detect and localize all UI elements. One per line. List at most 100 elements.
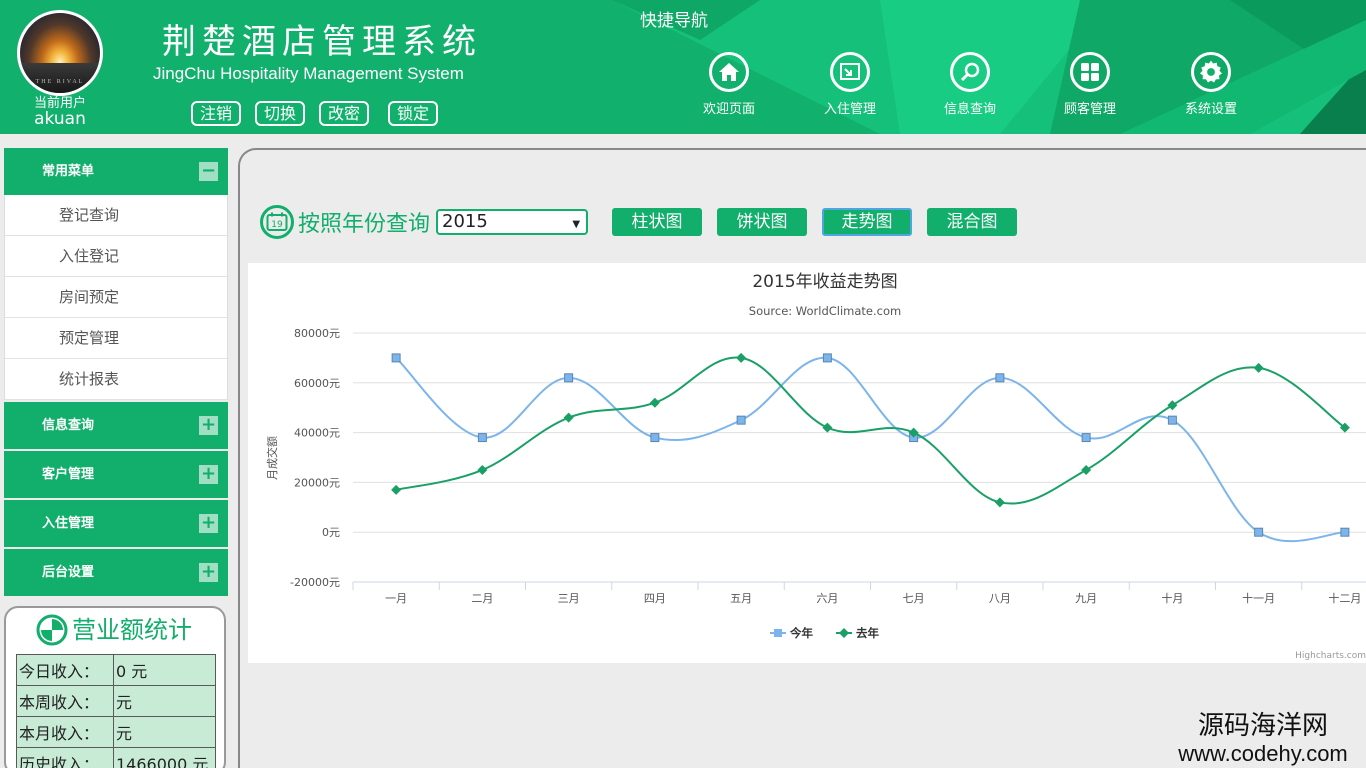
expand-icon[interactable]: + bbox=[199, 416, 218, 435]
legend-marker bbox=[774, 629, 782, 637]
year-query-bar: 19 按照年份查询 2015 ▼ bbox=[260, 205, 589, 239]
data-point bbox=[1167, 400, 1178, 411]
x-tick-label: 五月 bbox=[730, 592, 752, 605]
data-point bbox=[736, 352, 747, 363]
nav-checkin[interactable]: 入住管理 bbox=[805, 52, 895, 118]
expand-icon[interactable]: + bbox=[199, 465, 218, 484]
x-axis-ticks: 一月 二月 三月 四月 五月 六月 七月 八月 九月 十月 十一月 十二月 bbox=[352, 582, 1361, 605]
expand-icon[interactable]: + bbox=[199, 563, 218, 582]
sidebar-section-checkin[interactable]: 入住管理 + bbox=[4, 500, 228, 547]
sidebar-section-label: 常用菜单 bbox=[42, 164, 95, 179]
revenue-table: 今日收入： 0 元 本周收入： 元 本月收入： 元 历史收入： 1466000 … bbox=[16, 654, 216, 768]
chart-credit[interactable]: Highcharts.com bbox=[1295, 651, 1366, 661]
revenue-stats-title: 营业额统计 bbox=[36, 614, 192, 646]
sidebar-section-label: 客户管理 bbox=[42, 467, 95, 482]
switch-user-button[interactable]: 切换 bbox=[255, 101, 305, 126]
home-icon bbox=[709, 52, 749, 92]
nav-settings[interactable]: 系统设置 bbox=[1166, 52, 1256, 118]
revenue-value: 1466000 元 bbox=[113, 747, 216, 768]
sidebar-section-info-query[interactable]: 信息查询 + bbox=[4, 402, 228, 449]
x-tick-label: 七月 bbox=[903, 592, 925, 605]
revenue-label: 今日收入： bbox=[16, 654, 114, 686]
data-point bbox=[1254, 527, 1264, 537]
nav-welcome[interactable]: 欢迎页面 bbox=[684, 52, 774, 118]
data-point bbox=[994, 497, 1005, 508]
pie-chart-button[interactable]: 饼状图 bbox=[717, 208, 807, 236]
sidebar-item-booking-management[interactable]: 预定管理 bbox=[5, 318, 227, 359]
system-subtitle: JingChu Hospitality Management System bbox=[153, 64, 464, 83]
chart-legend: 今年 去年 bbox=[770, 626, 879, 640]
avatar[interactable]: THE RIVAL bbox=[17, 10, 103, 96]
data-point bbox=[564, 373, 574, 383]
watermark: 源码海洋网 www.codehy.com bbox=[1160, 711, 1366, 767]
data-point bbox=[477, 464, 488, 475]
table-row: 今日收入： 0 元 bbox=[16, 654, 216, 686]
table-row: 本周收入： 元 bbox=[16, 685, 216, 717]
y-tick-label: 20000元 bbox=[294, 476, 340, 489]
sidebar-section-label: 信息查询 bbox=[42, 418, 95, 433]
calendar-day: 19 bbox=[271, 220, 283, 230]
logout-button[interactable]: 注销 bbox=[191, 101, 241, 126]
legend-label: 今年 bbox=[789, 626, 813, 640]
revenue-trend-chart: 2015年收益走势图 Source: WorldClimate.com 月成交额… bbox=[248, 263, 1366, 663]
chart-svg: 2015年收益走势图 Source: WorldClimate.com 月成交额… bbox=[265, 272, 1366, 661]
data-point bbox=[1167, 415, 1177, 425]
revenue-value: 元 bbox=[113, 685, 216, 717]
data-point bbox=[1253, 362, 1264, 373]
revenue-label: 本周收入： bbox=[16, 685, 114, 717]
y-tick-label: 40000元 bbox=[294, 427, 340, 440]
y-axis-ticks: 80000元 60000元 40000元 20000元 0元 -20000元 bbox=[290, 327, 340, 589]
nav-checkin-label: 入住管理 bbox=[823, 102, 876, 117]
gear-icon bbox=[1191, 52, 1231, 92]
nav-info-query[interactable]: 信息查询 bbox=[925, 52, 1015, 118]
y-tick-label: 0元 bbox=[322, 526, 340, 539]
data-point bbox=[822, 422, 833, 433]
x-tick-label: 一月 bbox=[385, 592, 407, 605]
x-tick-label: 八月 bbox=[989, 592, 1011, 605]
data-point bbox=[1081, 433, 1091, 443]
nav-welcome-label: 欢迎页面 bbox=[702, 102, 755, 117]
chart-subtitle: Source: WorldClimate.com bbox=[749, 304, 901, 318]
pie-chart-icon bbox=[36, 614, 68, 646]
sidebar-item-registration-query[interactable]: 登记查询 bbox=[5, 195, 227, 236]
x-tick-label: 十二月 bbox=[1328, 591, 1361, 605]
table-row: 历史收入： 1466000 元 bbox=[16, 747, 216, 768]
expand-icon[interactable]: + bbox=[199, 514, 218, 533]
watermark-line1: 源码海洋网 bbox=[1197, 711, 1328, 741]
mixed-chart-button[interactable]: 混合图 bbox=[927, 208, 1017, 236]
legend-label: 去年 bbox=[856, 626, 879, 640]
legend-marker bbox=[839, 628, 849, 638]
sidebar-section-label: 入住管理 bbox=[42, 516, 95, 531]
sidebar-item-room-booking[interactable]: 房间预定 bbox=[5, 277, 227, 318]
revenue-value: 元 bbox=[113, 716, 216, 748]
data-point bbox=[563, 412, 574, 423]
sidebar-section-common[interactable]: 常用菜单 − bbox=[4, 148, 228, 195]
y-tick-label: 80000元 bbox=[294, 327, 340, 340]
year-select[interactable]: 2015 ▼ bbox=[436, 209, 589, 235]
x-tick-label: 二月 bbox=[471, 592, 493, 605]
revenue-label: 历史收入： bbox=[16, 747, 114, 768]
table-row: 本月收入： 元 bbox=[16, 716, 216, 748]
x-tick-label: 三月 bbox=[558, 592, 580, 605]
nav-customer[interactable]: 顾客管理 bbox=[1045, 52, 1135, 118]
change-password-button[interactable]: 改密 bbox=[319, 101, 369, 126]
data-point bbox=[477, 433, 487, 443]
series-line-2 bbox=[395, 356, 1346, 505]
x-tick-label: 十一月 bbox=[1242, 591, 1275, 605]
lock-button[interactable]: 锁定 bbox=[388, 101, 438, 126]
sidebar-section-customer[interactable]: 客户管理 + bbox=[4, 451, 228, 498]
chart-series bbox=[391, 352, 1350, 543]
bar-chart-button[interactable]: 柱状图 bbox=[612, 208, 702, 236]
trend-chart-button[interactable]: 走势图 bbox=[822, 208, 912, 236]
x-tick-label: 十月 bbox=[1161, 591, 1183, 605]
collapse-icon[interactable]: − bbox=[199, 162, 218, 181]
sidebar-section-backend[interactable]: 后台设置 + bbox=[4, 549, 228, 596]
data-point bbox=[391, 484, 402, 495]
data-point bbox=[1340, 527, 1350, 537]
top-header: THE RIVAL 当前用户 akuan 荆楚酒店管理系统 JingChu Ho… bbox=[0, 0, 1366, 134]
sidebar-item-statistics-report[interactable]: 统计报表 bbox=[5, 359, 227, 400]
dropdown-arrow-icon: ▼ bbox=[572, 219, 581, 230]
sidebar-item-checkin-register[interactable]: 入住登记 bbox=[5, 236, 227, 277]
chart-title: 2015年收益走势图 bbox=[752, 272, 897, 292]
current-user-name: akuan bbox=[34, 109, 86, 129]
